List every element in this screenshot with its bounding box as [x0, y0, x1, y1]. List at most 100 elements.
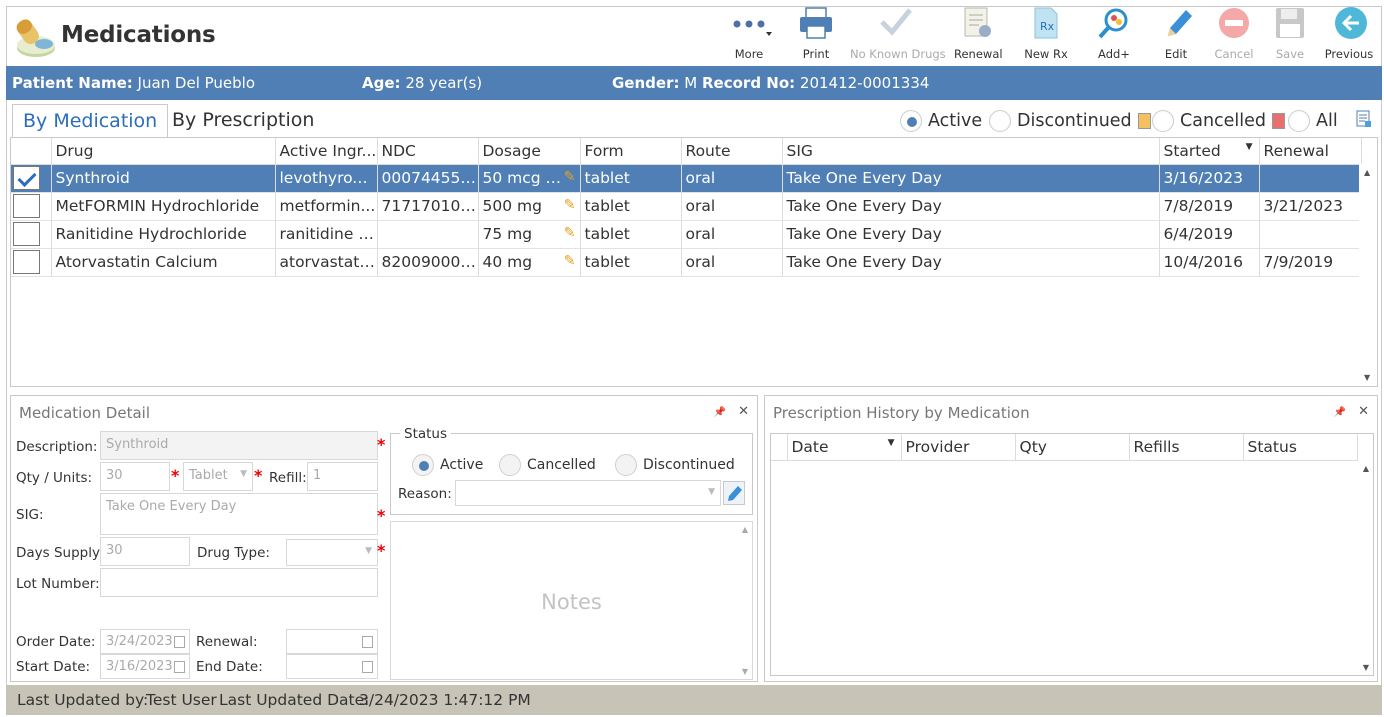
scroll-up-icon[interactable]: ▲: [742, 525, 748, 534]
edit-button[interactable]: Edit: [1158, 6, 1194, 64]
renewal-date-field[interactable]: [286, 629, 378, 654]
calendar-icon[interactable]: [174, 636, 185, 648]
pin-icon[interactable]: 📌: [714, 407, 726, 418]
column-header-dosage[interactable]: Dosage: [478, 138, 581, 165]
radio-icon: [989, 110, 1011, 132]
dropdown-arrow-icon: ▼: [708, 487, 715, 497]
end-date-field[interactable]: [286, 654, 378, 679]
pencil-icon[interactable]: ✎: [564, 253, 576, 269]
history-column-provider[interactable]: Provider: [901, 434, 1016, 461]
edit-reason-button[interactable]: [723, 481, 745, 505]
required-marker: *: [171, 466, 180, 485]
status-cancelled-radio[interactable]: Cancelled: [499, 454, 596, 476]
table-row[interactable]: MetFORMIN Hydrochloride metformin... 717…: [11, 192, 1362, 221]
refill-field[interactable]: 1: [307, 462, 378, 491]
row-checkbox[interactable]: [13, 194, 40, 218]
cell-route: oral: [681, 248, 783, 277]
print-button[interactable]: Print: [796, 6, 836, 64]
status-active-radio[interactable]: Active: [412, 454, 483, 476]
grid-scrollbar[interactable]: ▲ ▼: [1359, 164, 1377, 386]
cell-started: 10/4/2016: [1159, 248, 1260, 277]
column-header-ndc[interactable]: NDC: [377, 138, 479, 165]
cell-drug: Ranitidine Hydrochloride: [51, 220, 276, 249]
filter-all-radio[interactable]: All: [1288, 110, 1338, 132]
end-date-label: End Date:: [196, 659, 263, 675]
cell-ingredient: levothyroxi...: [275, 164, 378, 193]
cell-route: oral: [681, 220, 783, 249]
column-header-renewal[interactable]: Renewal: [1259, 138, 1362, 165]
sig-field[interactable]: Take One Every Day: [100, 493, 378, 535]
lot-number-field[interactable]: [100, 568, 378, 597]
pin-icon[interactable]: 📌: [1334, 407, 1346, 418]
cell-renewal: 7/9/2019: [1259, 248, 1362, 277]
cell-ndc: 820090003...: [377, 248, 479, 277]
column-header-route[interactable]: Route: [681, 138, 783, 165]
scroll-up-icon[interactable]: ▲: [1364, 168, 1370, 177]
reason-select[interactable]: ▼: [455, 480, 721, 506]
pencil-icon[interactable]: ✎: [564, 225, 576, 241]
start-date-field[interactable]: 3/16/2023: [100, 654, 190, 679]
tab-by-medication[interactable]: By Medication: [12, 104, 169, 138]
notes-placeholder: Notes: [541, 590, 602, 614]
history-column-date[interactable]: Date ▼: [787, 434, 902, 461]
drug-type-select[interactable]: ▼: [286, 539, 378, 566]
notes-field[interactable]: Notes ▲ ▼: [390, 521, 753, 680]
status-discontinued-radio[interactable]: Discontinued: [615, 454, 735, 476]
table-row[interactable]: Ranitidine Hydrochloride ranitidine h...…: [11, 220, 1362, 249]
cell-sig: Take One Every Day: [782, 192, 1160, 221]
prescription-history-title: Prescription History by Medication: [773, 404, 1030, 422]
filter-active-radio[interactable]: Active: [900, 110, 982, 132]
pencil-icon[interactable]: ✎: [564, 197, 576, 213]
drug-type-label: Drug Type:: [197, 545, 270, 561]
close-icon[interactable]: ✕: [1358, 404, 1369, 419]
table-row[interactable]: Atorvastatin Calcium atorvastati... 8200…: [11, 248, 1362, 277]
no-known-drugs-button[interactable]: No Known Drugs: [850, 6, 946, 64]
cell-sig: Take One Every Day: [782, 248, 1160, 277]
discontinued-color-swatch: [1137, 113, 1151, 129]
row-checkbox[interactable]: [13, 250, 40, 274]
row-checkbox[interactable]: [13, 166, 40, 190]
qty-field[interactable]: 30: [100, 462, 170, 491]
column-header-sig[interactable]: SIG: [782, 138, 1160, 165]
scroll-down-icon[interactable]: ▼: [1363, 663, 1369, 672]
table-row[interactable]: Synthroid levothyroxi... 000744552... ✎ 5…: [11, 164, 1362, 193]
description-field[interactable]: Synthroid: [100, 431, 378, 460]
filter-cancelled-radio[interactable]: Cancelled: [1152, 110, 1286, 132]
report-icon[interactable]: [1356, 110, 1372, 132]
column-header-started[interactable]: Started ▼: [1159, 138, 1260, 165]
cell-sig: Take One Every Day: [782, 164, 1160, 193]
back-arrow-icon: [1329, 6, 1369, 40]
scroll-down-icon[interactable]: ▼: [742, 667, 748, 676]
add-button[interactable]: Add+: [1092, 6, 1136, 64]
history-column-status[interactable]: Status: [1243, 434, 1358, 461]
row-checkbox[interactable]: [13, 222, 40, 246]
scroll-up-icon[interactable]: ▲: [1363, 464, 1369, 473]
calendar-icon[interactable]: [362, 636, 373, 648]
calendar-icon[interactable]: [174, 661, 185, 673]
order-date-field[interactable]: 3/24/2023: [100, 629, 190, 654]
patient-info-bar: Patient Name: Juan Del Pueblo Age: 28 ye…: [6, 66, 1382, 100]
column-header-drug[interactable]: Drug: [51, 138, 276, 165]
column-header-active-ingredient[interactable]: Active Ingr...: [275, 138, 378, 165]
close-icon[interactable]: ✕: [738, 404, 749, 419]
more-button[interactable]: More: [728, 6, 772, 64]
medication-detail-panel: Medication Detail 📌 ✕ Description: Synthr…: [10, 395, 758, 682]
save-button[interactable]: Save: [1270, 6, 1310, 64]
new-rx-button[interactable]: Rx New Rx: [1022, 6, 1070, 64]
checkmark-icon: [876, 6, 916, 40]
history-column-qty[interactable]: Qty: [1015, 434, 1130, 461]
history-column-refills[interactable]: Refills: [1129, 434, 1244, 461]
days-supply-field[interactable]: 30: [100, 537, 190, 566]
scroll-down-icon[interactable]: ▼: [1364, 373, 1370, 382]
sort-desc-icon: ▼: [887, 437, 895, 448]
previous-button[interactable]: Previous: [1324, 6, 1374, 64]
cancel-button[interactable]: Cancel: [1212, 6, 1256, 64]
calendar-icon[interactable]: [362, 661, 373, 673]
units-select[interactable]: Tablet ▼: [183, 462, 253, 491]
qty-units-label: Qty / Units:: [16, 470, 93, 486]
filter-discontinued-radio[interactable]: Discontinued: [989, 110, 1151, 132]
tab-by-prescription[interactable]: By Prescription: [162, 104, 324, 138]
column-header-form[interactable]: Form: [580, 138, 682, 165]
renewal-button[interactable]: Renewal: [954, 6, 1003, 64]
select-column-header: [11, 138, 52, 165]
